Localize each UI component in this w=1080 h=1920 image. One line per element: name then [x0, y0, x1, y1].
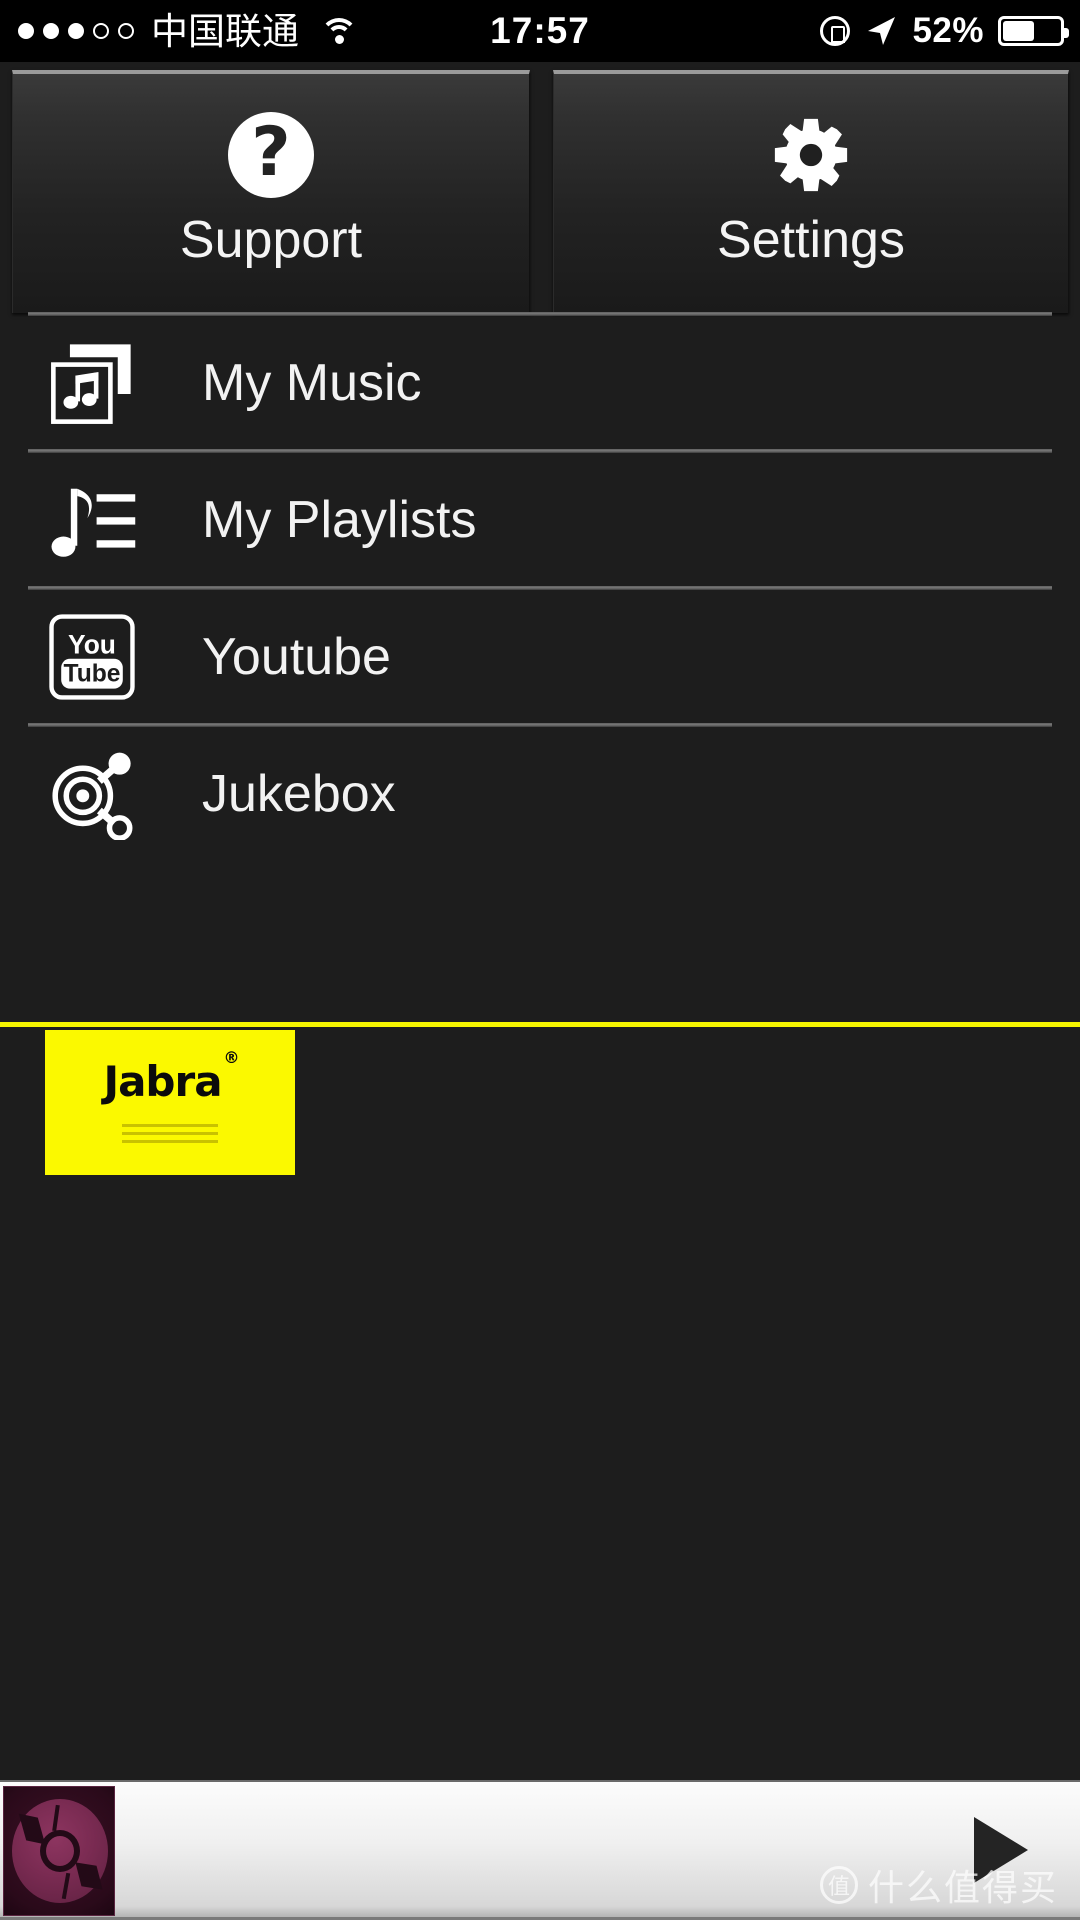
album-art-disc-icon[interactable] — [3, 1786, 115, 1916]
menu-item-youtube-label: Youtube — [202, 627, 391, 686]
menu-item-jukebox-label: Jukebox — [202, 764, 396, 823]
menu-item-my-playlists[interactable]: My Playlists — [0, 453, 1080, 586]
jukebox-share-target-icon — [44, 746, 140, 842]
jabra-logo: Jabra ® — [103, 1048, 239, 1106]
registered-mark: ® — [223, 1048, 240, 1067]
youtube-icon: You Tube — [44, 609, 140, 705]
menu-item-my-music[interactable]: My Music — [0, 316, 1080, 449]
status-bar-right: 52% — [820, 0, 1069, 62]
playlist-note-lines-icon — [44, 472, 140, 568]
youtube-tube-text: Tube — [64, 660, 121, 687]
watermark-badge: 值 — [819, 1866, 858, 1904]
watermark-text: 什么值得买 — [867, 1868, 1058, 1909]
settings-button[interactable]: Settings — [553, 70, 1069, 313]
battery-icon — [998, 16, 1069, 46]
menu-item-my-playlists-label: My Playlists — [202, 490, 477, 549]
music-albums-icon — [44, 335, 140, 431]
support-button-label: Support — [179, 211, 363, 269]
rotation-lock-icon — [820, 16, 851, 46]
menu-item-youtube[interactable]: You Tube Youtube — [0, 590, 1080, 723]
question-mark-glyph: ? — [251, 113, 291, 192]
location-arrow-icon — [868, 17, 896, 45]
menu-item-my-music-label: My Music — [202, 353, 422, 412]
status-bar: 中国联通 17:57 52% — [0, 0, 1080, 62]
main-menu-list: My Music My Playlists You Tube Youtube J… — [0, 312, 1080, 860]
question-mark-circle-icon: ? — [228, 112, 314, 198]
site-watermark: 值 什么值得买 — [819, 1859, 1058, 1911]
top-tile-row: ? Support Settings — [0, 62, 1080, 313]
jabra-logo-underline — [122, 1124, 218, 1148]
ad-accent-line — [0, 1022, 1080, 1027]
gear-icon — [768, 112, 854, 198]
app-root: 中国联通 17:57 52% ? Support Settings My Mus… — [0, 0, 1080, 1920]
support-button[interactable]: ? Support — [12, 70, 530, 313]
now-playing-bar[interactable]: 值 什么值得买 — [0, 1780, 1080, 1920]
jabra-logo-text: Jabra — [103, 1057, 222, 1106]
ad-banner-jabra[interactable]: Jabra ® — [45, 1030, 295, 1175]
youtube-you-text: You — [68, 629, 116, 659]
menu-item-jukebox[interactable]: Jukebox — [0, 727, 1080, 860]
settings-button-label: Settings — [717, 211, 905, 269]
battery-percent-label: 52% — [912, 11, 984, 50]
